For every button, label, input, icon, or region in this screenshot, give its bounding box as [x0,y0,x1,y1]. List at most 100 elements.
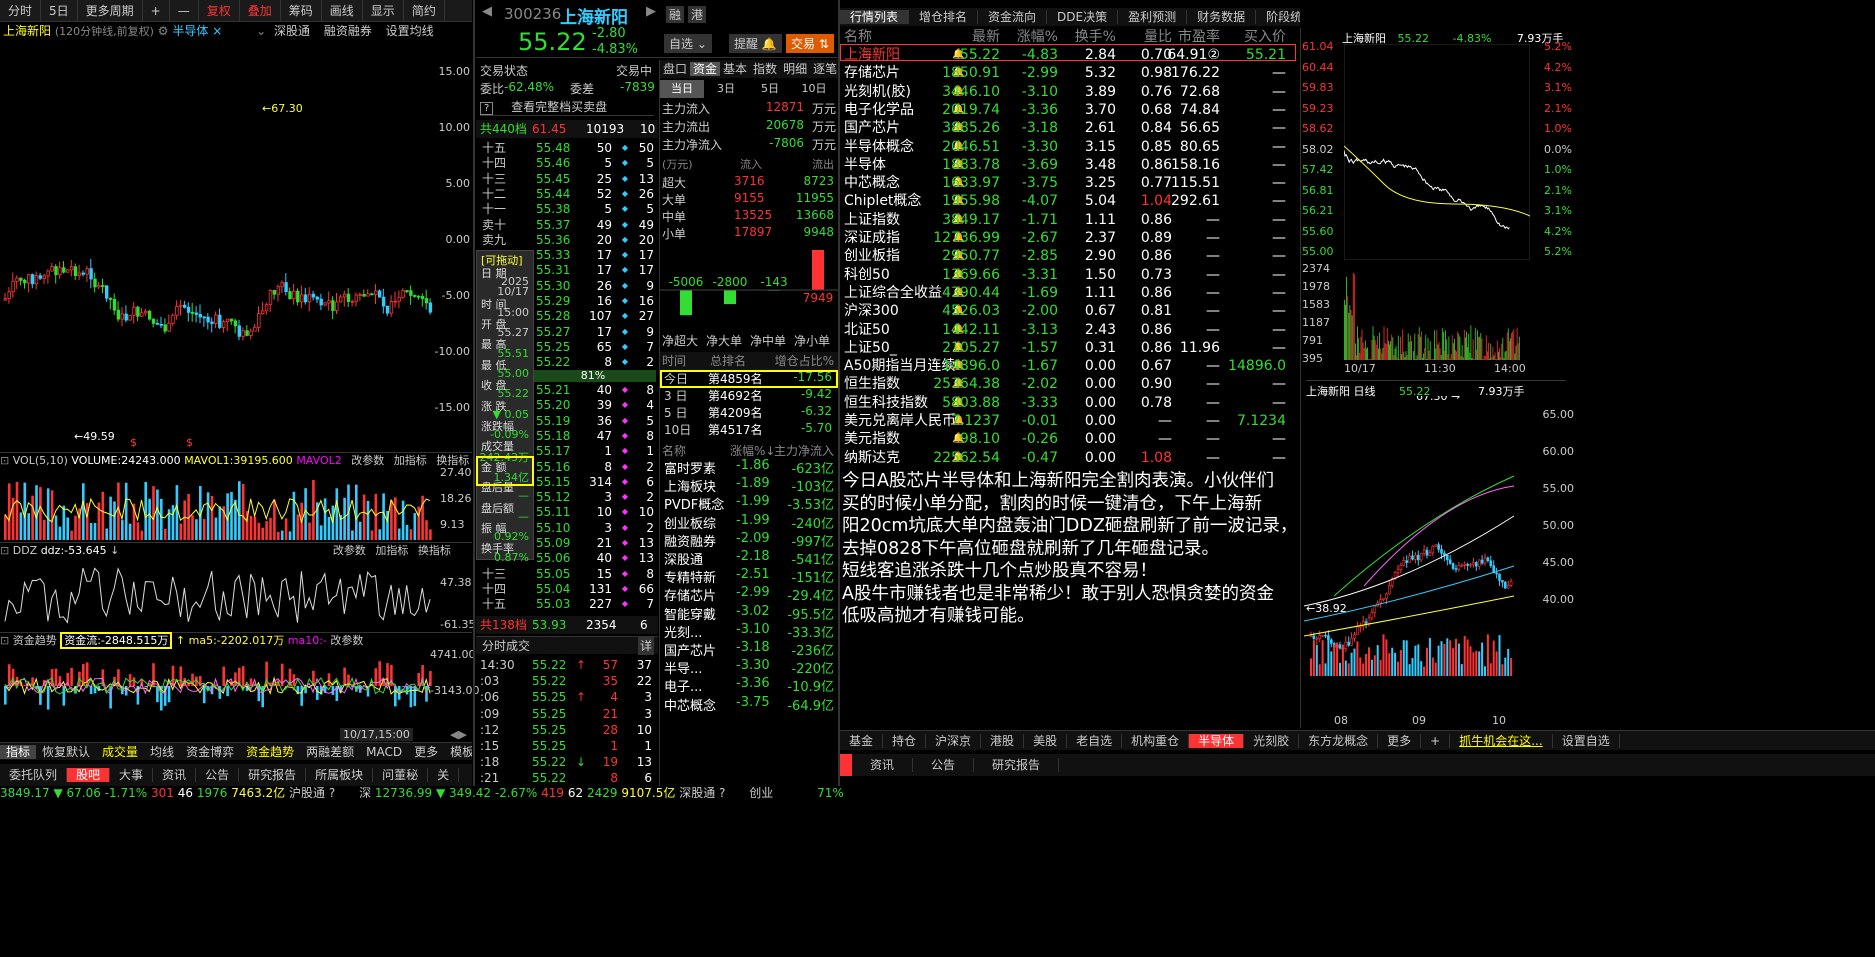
toolbar-item[interactable]: 更多周期 [78,0,143,21]
indicator-tab[interactable]: 资金趋势 [240,745,300,759]
close-icon[interactable]: × [212,24,222,38]
square-icon[interactable]: ⊡ [0,544,9,557]
sector-name[interactable]: 电子... [664,676,702,695]
sector-name[interactable]: 富时罗素 [664,458,716,477]
sector-name[interactable]: 光刻... [664,622,702,641]
list-tab[interactable]: 机构重仓 [1122,734,1190,748]
scroll-arrows[interactable]: ◀▶ [450,728,467,741]
list-tab[interactable]: 半导体 [1189,734,1245,748]
square-icon[interactable]: ⊡ [0,454,9,467]
list-tab[interactable]: 基金 [840,734,884,748]
list-tab[interactable]: 光刻胶 [1244,734,1300,748]
indicator-tab[interactable]: 资金博弈 [180,745,240,759]
sector-name[interactable]: 融资融券 [664,531,716,550]
list-tab[interactable]: 老自选 [1067,734,1123,748]
toolbar-item[interactable]: + [143,0,170,21]
vol-btn-add[interactable]: 加指标 [394,454,427,467]
flow-btn-param[interactable]: 改参数 [330,634,363,647]
quote-head[interactable]: 涨幅% [1017,26,1058,46]
quote-tab[interactable]: 财务数据 [1187,10,1257,24]
quote-tab[interactable]: 行情列表 [840,10,910,24]
fund-tab[interactable]: 资金 [690,62,721,76]
quote-tab[interactable]: 盈利预测 [1118,10,1188,24]
prev-stock-icon[interactable]: ◀ [482,4,492,19]
indicator-tab[interactable]: 两融差额 [300,745,360,759]
quote-head[interactable]: 买入价 [1244,26,1286,46]
help-icon[interactable]: ? [719,786,725,800]
bottom-tab[interactable]: 所属板块 [306,768,374,782]
sector-head[interactable]: 名称 [662,442,686,459]
list-tab[interactable]: 更多 [1378,734,1422,748]
ddz-btn-add[interactable]: 加指标 [375,544,408,557]
indicator-tab[interactable]: 模板 [444,745,472,759]
fund-tab[interactable]: 指数 [750,62,780,76]
full-book-button[interactable]: ? 查看完整档买卖盘 [480,98,654,116]
indicator-tab[interactable]: 成交量 [96,745,144,759]
book-row[interactable]: 十四 55.46 5 ◆ 5 [476,155,658,171]
gear-icon[interactable]: ⚙ [158,24,169,38]
quote-tab[interactable]: 阶段统计 [1256,10,1300,24]
bottom-tab[interactable]: 关 [428,768,460,782]
bottom-tab[interactable]: 研究报告 [239,768,307,782]
book-row[interactable]: 十五 55.03 227 ◆ 7 [476,596,658,612]
indicator-tab[interactable]: 指标 [0,745,37,759]
volume-chart[interactable] [0,468,440,540]
ticks-detail-button[interactable]: 详 [638,637,655,655]
quote-head[interactable]: 换手% [1075,26,1116,46]
toolbar-item[interactable]: 叠加 [240,0,281,21]
sector-name[interactable]: 存储芯片 [664,585,716,604]
sector-name[interactable]: 深股通 [664,549,703,568]
alert-button[interactable]: 提醒 🔔 [729,34,782,53]
news-tab[interactable]: 公告 [913,758,975,772]
book-row[interactable]: 十五 55.48 50 ◆ 50 [476,140,658,156]
flow-chart[interactable] [0,650,440,722]
link-rzrq[interactable]: 融资融券 [324,24,372,38]
sector-name[interactable]: 中芯概念 [664,695,716,714]
quote-tab[interactable]: 资金流向 [978,10,1048,24]
bottom-tab[interactable]: 问董秘 [373,768,429,782]
square-icon[interactable]: ⊡ [0,634,9,647]
ddz-btn-param[interactable]: 改参数 [333,544,366,557]
add-watchlist-button[interactable]: 自选 ⌄ [664,34,712,53]
book-row[interactable]: 十四 55.04 131 ◆ 66 [476,581,658,597]
sector-name[interactable]: 半导... [664,658,702,677]
book-row[interactable]: 十二 55.44 52 ◆ 26 [476,186,658,202]
tag-rong[interactable]: 融 [666,6,685,23]
news-tab[interactable]: 资讯 [852,758,914,772]
bottom-tab[interactable]: 股吧 [67,768,111,782]
list-tab[interactable]: 东方龙概念 [1299,734,1379,748]
indicator-tab[interactable]: 更多 [408,745,444,759]
fund-period-tab[interactable]: 3日 [704,80,748,98]
list-tab[interactable]: 美股 [1024,734,1068,748]
quote-tab[interactable]: DDE决策 [1047,10,1119,24]
fund-tab[interactable]: 盘口 [660,62,690,76]
sgt-label[interactable]: 深股通 [679,786,715,800]
book-row[interactable]: 卖十 55.37 49 ◆ 49 [476,217,658,233]
indicator-tab[interactable]: MACD [360,745,408,759]
toolbar-item[interactable]: — [170,0,199,21]
sector-head[interactable]: 主力净流入 [774,442,834,459]
list-tab[interactable]: 抓牛机会在这... [1450,734,1553,748]
chevron-down-icon[interactable]: ⌄ [256,24,266,38]
toolbar-item[interactable]: 5日 [41,0,78,21]
fund-period-tab[interactable]: 当日 [660,80,704,98]
toolbar-item[interactable]: 筹码 [281,0,322,21]
quote-tab[interactable]: 增仓排名 [909,10,979,24]
sector-name[interactable]: PVDF概念 [664,494,724,513]
quote-row[interactable]: 纳斯达克 🔔 22562.54 -0.47 0.00 1.08— — [840,447,1300,469]
bottom-tab[interactable]: 委托队列 [0,768,68,782]
sector-name[interactable]: 智能穿戴 [664,604,716,623]
data-popup[interactable]: [可拖动] 日 期 2025 10/17 时 间 15:00 开 盘 55.27 最 高 55.5… [476,250,534,564]
mini-intraday-chart[interactable] [1344,44,1530,260]
fund-period-tab[interactable]: 5日 [748,80,792,98]
toolbar-item[interactable]: 简约 [404,0,445,21]
quote-head[interactable]: 市盈率 [1178,26,1220,46]
hgt-label[interactable]: 沪股通 [289,786,325,800]
book-row[interactable]: 十一 55.38 5 ◆ 5 [476,201,658,217]
list-tab[interactable]: + [1421,734,1451,748]
help-icon[interactable]: ? [329,786,335,800]
fund-tab[interactable]: 基本 [720,62,750,76]
fund-period-tab[interactable]: 10日 [792,80,836,98]
sector-name[interactable]: 国产芯片 [664,640,716,659]
quote-head[interactable]: 最新 [972,26,1000,46]
